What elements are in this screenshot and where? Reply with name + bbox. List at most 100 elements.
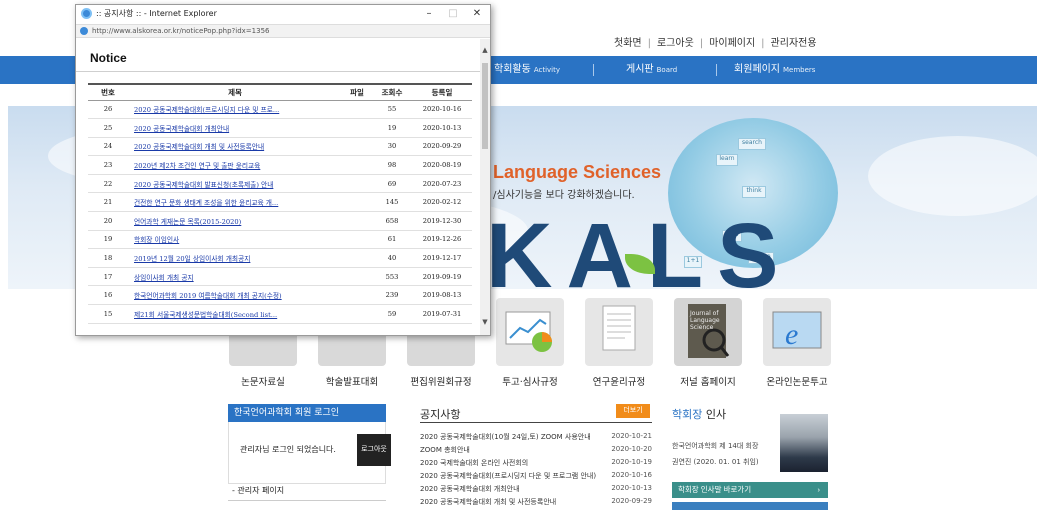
table-row: 16 한국언어과학회 2019 여름학술대회 개최 공지(수정) 239 2019-0… [88, 285, 472, 306]
table-row: 25 2020 공동국제학술대회 개최안내 19 2020-10-13 [88, 118, 472, 138]
notice-item[interactable]: 2020 국제학술대회 온라인 사전회의 2020-10-19 [420, 458, 652, 470]
top-link-logout[interactable]: 로그아웃 [657, 38, 694, 49]
close-button[interactable]: ✕ [464, 5, 490, 23]
table-row: 20 언어과학 게재논문 목록(2015-2020) 658 2019-12-30 [88, 211, 472, 231]
quick-label[interactable]: 논문자료실 [229, 374, 297, 388]
cell-date: 2020-10-16 [412, 100, 472, 120]
scroll-down-arrow-icon[interactable]: ▼ [480, 317, 490, 327]
cell-file [342, 230, 372, 250]
quick-label[interactable]: 학술발표대회 [318, 374, 386, 388]
president-greeting-button[interactable]: 학회장 인사말 바로가기 › [672, 482, 828, 498]
notice-item-title[interactable]: ZOOM 총회안내 [420, 445, 610, 455]
chart-doc-icon [505, 311, 552, 352]
online-submission-icon[interactable]: e [763, 298, 831, 366]
cloud-shape [868, 136, 1037, 216]
notice-item-date: 2020-10-16 [611, 471, 652, 479]
page-icon [80, 27, 88, 35]
column-header: 조회수 [372, 83, 412, 101]
president-secondary-bar[interactable] [672, 502, 828, 510]
nav-label: 회원페이지 [734, 64, 780, 75]
notice-item-date: 2020-10-21 [611, 432, 652, 440]
table-row: 19 학회장 이임인사 61 2019-12-26 [88, 230, 472, 250]
chevron-right-icon: › [817, 485, 821, 494]
cell-date: 2020-10-13 [412, 118, 472, 138]
notice-item-title[interactable]: 2020 공동국제학술대회(10월 24일,토) ZOOM 사용안내 [420, 432, 610, 442]
cell-views: 658 [372, 211, 412, 231]
notice-item-date: 2020-10-20 [611, 445, 652, 453]
minimize-button[interactable]: – [416, 5, 442, 23]
notice-title-link[interactable]: 2020년 제2차 조건인 연구 및 출판 윤리교육 [128, 155, 342, 175]
cell-date: 2019-08-13 [412, 285, 472, 306]
research-ethics-icon[interactable] [585, 298, 653, 366]
notice-item[interactable]: 2020 공동국제학술대회(10월 24일,토) ZOOM 사용안내 2020-1… [420, 432, 652, 444]
maximize-button[interactable]: □ [440, 5, 466, 23]
scrollbar-thumb[interactable] [482, 63, 488, 149]
notice-title-link[interactable]: 2019년 12월 20일 상임이사회 개최공지 [128, 248, 342, 268]
popup-url: http://www.alskorea.or.kr/noticePop.php?… [92, 27, 270, 35]
notice-title-link[interactable]: 제21회 서울국제생성문법학술대회(Second list... [128, 304, 342, 324]
quick-label[interactable]: 편집위원회규정 [400, 374, 482, 388]
notice-item-title[interactable]: 2020 공동국제학술대회 개최안내 [420, 484, 610, 494]
notice-title-link[interactable]: 2020 공동국제학술대회(프로시딩지 다운 및 프로... [128, 100, 342, 120]
cell-no: 19 [88, 230, 128, 250]
banner-title: Language Sciences [493, 162, 662, 182]
president-photo [780, 414, 828, 472]
banner-subtitle: /심사기능을 보다 강화하겠습니다. [493, 190, 635, 201]
cell-date: 2019-12-26 [412, 230, 472, 250]
quick-label[interactable]: 투고·심사규정 [496, 374, 564, 388]
page: 첫화면 | 로그아웃 | 마이페이지 | 관리자전용 학회활동 Activity 게시판 Boa… [0, 0, 1037, 510]
cell-file [342, 211, 372, 231]
notice-heading: 공지사항 [420, 408, 461, 421]
cell-no: 18 [88, 248, 128, 268]
cell-views: 30 [372, 137, 412, 157]
notice-item-date: 2020-09-29 [611, 497, 652, 505]
quick-label[interactable]: 연구윤리규정 [585, 374, 653, 388]
notice-item-date: 2020-10-19 [611, 458, 652, 466]
cell-no: 17 [88, 267, 128, 287]
more-button[interactable]: 더보기 [616, 404, 650, 418]
scroll-up-arrow-icon[interactable]: ▲ [480, 45, 490, 55]
top-link-home[interactable]: 첫화면 [614, 38, 642, 49]
notice-title-link[interactable]: 2020 공동국제학술대회 개최안내 [128, 118, 342, 138]
nav-divider [716, 64, 717, 76]
notice-item[interactable]: 2020 공동국제학술대회 개최안내 2020-10-13 [420, 484, 652, 496]
journal-homepage-icon[interactable]: Journal of Language Science [674, 298, 742, 366]
top-link-admin[interactable]: 관리자전용 [771, 38, 817, 49]
divider [228, 500, 386, 501]
popup-address-bar[interactable]: http://www.alskorea.or.kr/noticePop.php?… [76, 24, 490, 38]
admin-page-link[interactable]: - 관리자 페이지 [232, 485, 284, 496]
notice-item[interactable]: 2020 공동국제학술대회(프로시딩지 다운 및 프로그램 안내) 2020-10… [420, 471, 652, 483]
logout-button[interactable]: 로그아웃 [357, 434, 391, 466]
nav-item-board[interactable]: 게시판 Board [626, 56, 677, 84]
notice-title-link[interactable]: 2020 공동국제학술대회 개최 및 사전등록안내 [128, 137, 342, 157]
column-header: 제목 [128, 83, 342, 101]
kals-logo: KALS [486, 204, 792, 289]
cell-views: 98 [372, 155, 412, 175]
notice-title-link[interactable]: 학회장 이임인사 [128, 230, 342, 250]
quick-label[interactable]: 온라인논문투고 [758, 374, 836, 388]
nav-item-members[interactable]: 회원페이지 Members [734, 56, 815, 84]
president-line: 한국언어과학회 제 14대 회장 [672, 442, 759, 450]
submission-rules-icon[interactable] [496, 298, 564, 366]
cell-date: 2019-12-17 [412, 248, 472, 268]
notice-item-title[interactable]: 2020 공동국제학술대회 개최 및 사전등록안내 [420, 497, 610, 507]
cell-file [342, 304, 372, 324]
table-header-row: 번호 제목 파일 조회수 등록일 [88, 83, 472, 101]
notice-title-link[interactable]: 한국언어과학회 2019 여름학술대회 개최 공지(수정) [128, 285, 342, 306]
notice-item[interactable]: ZOOM 총회안내 2020-10-20 [420, 445, 652, 457]
cell-views: 55 [372, 100, 412, 120]
nav-item-activity[interactable]: 학회활동 Activity [494, 56, 560, 84]
notice-item-title[interactable]: 2020 공동국제학술대회(프로시딩지 다운 및 프로그램 안내) [420, 471, 610, 481]
ie-browser-icon: e [772, 311, 822, 351]
popup-heading: Notice [90, 51, 127, 65]
notice-item[interactable]: 2020 공동국제학술대회 개최 및 사전등록안내 2020-09-29 [420, 497, 652, 509]
president-heading-rest: 인사 [702, 408, 727, 421]
cell-file [342, 118, 372, 138]
notice-title-link[interactable]: 2020 공동국제학술대회 발표신청(초록제출) 안내 [128, 174, 342, 194]
notice-title-link[interactable]: 언어과학 게재논문 목록(2015-2020) [128, 211, 342, 231]
quick-label[interactable]: 저널 홈페이지 [674, 374, 742, 388]
notice-title-link[interactable]: 건전한 연구 문화 생태계 조성을 위한 윤리교육 개... [128, 192, 342, 213]
notice-item-title[interactable]: 2020 국제학술대회 온라인 사전회의 [420, 458, 610, 468]
top-link-mypage[interactable]: 마이페이지 [709, 38, 755, 49]
notice-title-link[interactable]: 상임이사회 개최 공지 [128, 267, 342, 287]
